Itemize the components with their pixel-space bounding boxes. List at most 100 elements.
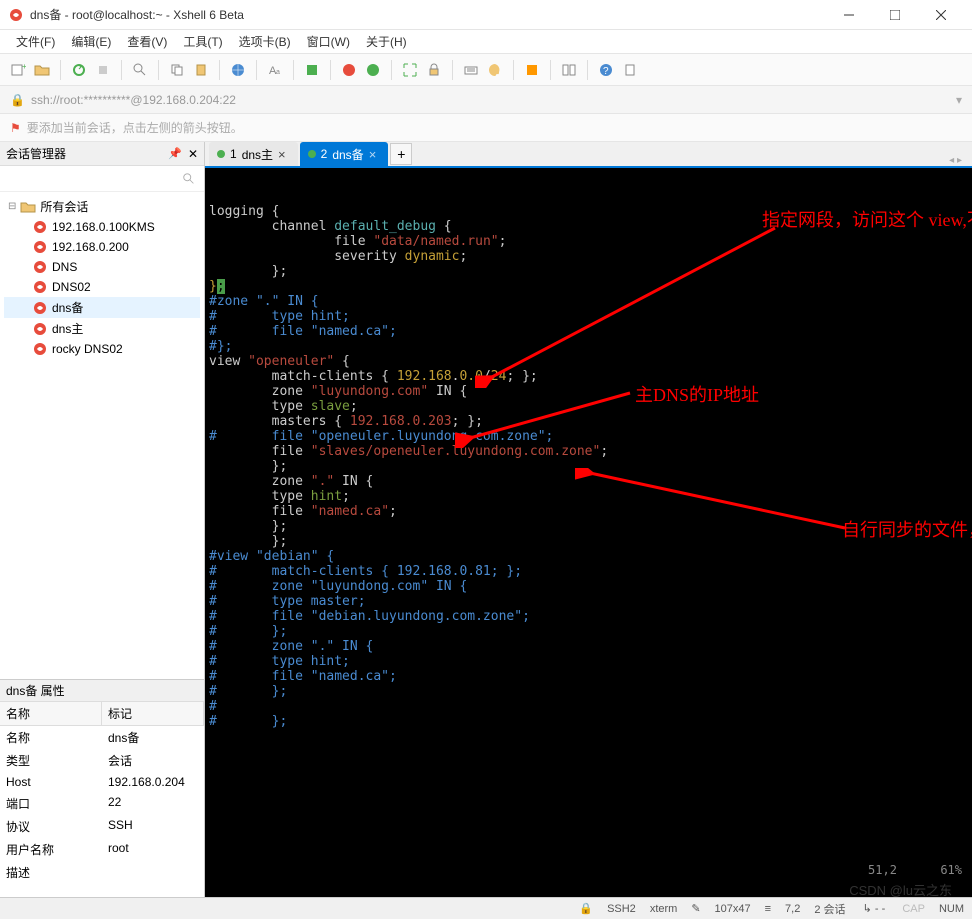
session-item[interactable]: DNS [4,257,200,277]
reconnect-icon[interactable] [69,60,89,80]
terminal-line: #view "debian" { [209,549,968,564]
tip-bar: ⚑ 要添加当前会话，点击左侧的箭头按钮。 [0,114,972,142]
toolbar: + Aa ? [0,54,972,86]
menu-tools[interactable]: 工具(T) [177,31,228,52]
terminal-line: # }; [209,714,968,729]
session-search[interactable] [0,166,204,192]
status-num: NUM [939,903,964,915]
window-title: dns备 - root@localhost:~ - Xshell 6 Beta [30,6,826,23]
property-row: Host192.168.0.204 [0,772,204,792]
copy-icon[interactable] [167,60,187,80]
prop-key: 协议 [0,815,102,838]
terminal-line: logging { [209,204,968,219]
tab-nav-arrows[interactable]: ◂ ▸ [949,155,968,166]
maximize-button[interactable] [872,0,918,30]
disconnect-icon[interactable] [93,60,113,80]
terminal-line: # zone "luyundong.com" IN { [209,579,968,594]
terminal-line: }; [209,459,968,474]
palette-icon[interactable] [485,60,505,80]
terminal-line: match-clients { 192.168.0.0/24; }; [209,369,968,384]
prop-value: SSH [102,815,204,838]
menu-window[interactable]: 窗口(W) [301,31,356,52]
tab-label: dns主 [242,146,273,163]
tab-close-icon[interactable]: × [369,147,377,162]
session-tab[interactable]: 1dns主× [209,142,298,166]
titlebar: dns备 - root@localhost:~ - Xshell 6 Beta [0,0,972,30]
property-row: 名称dns备 [0,726,204,749]
session-icon [32,300,48,316]
open-folder-icon[interactable] [32,60,52,80]
pin-icon[interactable]: 📌 [168,147,182,160]
prop-value [102,861,204,884]
xftp-icon[interactable] [363,60,383,80]
terminal[interactable]: logging { channel default_debug { file "… [205,168,972,897]
terminal-line: type slave; [209,399,968,414]
menu-view[interactable]: 查看(V) [121,31,173,52]
close-button[interactable] [918,0,964,30]
session-item[interactable]: DNS02 [4,277,200,297]
status-pencil-icon: ✎ [691,902,700,915]
session-item[interactable]: 192.168.0.200 [4,237,200,257]
font-icon[interactable]: Aa [265,60,285,80]
session-icon [32,219,48,235]
globe-icon[interactable] [228,60,248,80]
xshell-icon[interactable] [339,60,359,80]
terminal-line: #}; [209,339,968,354]
minimize-button[interactable] [826,0,872,30]
address-text: ssh://root:**********@192.168.0.204:22 [31,93,236,107]
tabs: 1dns主×2dns备× + ◂ ▸ [205,142,972,168]
terminal-line: }; [209,264,968,279]
menu-edit[interactable]: 编辑(E) [65,31,117,52]
prop-key: Host [0,772,102,792]
panel-close-icon[interactable]: ✕ [188,147,198,161]
new-session-icon[interactable]: + [8,60,28,80]
property-row: 类型会话 [0,749,204,772]
tab-close-icon[interactable]: × [278,147,286,162]
flag-icon: ⚑ [10,121,21,135]
session-item[interactable]: dns主 [4,318,200,339]
fullscreen-icon[interactable] [400,60,420,80]
dropdown-icon[interactable]: ▾ [956,93,962,107]
session-item[interactable]: rocky DNS02 [4,339,200,359]
search-icon[interactable] [130,60,150,80]
terminal-line: type hint; [209,489,968,504]
prop-value: dns备 [102,726,204,749]
main-area: 1dns主×2dns备× + ◂ ▸ logging { channel def… [205,142,972,897]
keyboard-icon[interactable] [461,60,481,80]
session-item[interactable]: dns备 [4,297,200,318]
paste-icon[interactable] [191,60,211,80]
help-icon[interactable]: ? [596,60,616,80]
session-item[interactable]: 192.168.0.100KMS [4,217,200,237]
folder-icon [20,199,36,215]
tree-root[interactable]: ⊟ 所有会话 [4,196,200,217]
menu-file[interactable]: 文件(F) [10,31,61,52]
terminal-line: # type hint; [209,309,968,324]
property-row: 描述 [0,861,204,884]
menu-help[interactable]: 关于(H) [360,31,413,52]
color-icon[interactable] [302,60,322,80]
session-label: 192.168.0.200 [52,240,129,254]
status-bar: 🔒 SSH2 xterm ✎ 107x47 ≡ 7,2 2 会话 ↳ - - C… [0,897,972,919]
terminal-line: # file "debian.luyundong.com.zone"; [209,609,968,624]
expand-icon[interactable]: ⊟ [8,201,16,212]
prop-key: 名称 [0,726,102,749]
highlight-icon[interactable] [522,60,542,80]
about-icon[interactable] [620,60,640,80]
terminal-line: # zone "." IN { [209,639,968,654]
session-label: DNS [52,260,77,274]
status-cap: CAP [902,903,925,915]
add-tab-button[interactable]: + [390,143,412,165]
session-manager: 会话管理器 📌 ✕ ⊟ 所有会话 192.168.0.100KMS192.168… [0,142,205,897]
status-spacer: ↳ - - [860,902,889,915]
session-label: DNS02 [52,280,91,294]
terminal-cursor-status: 51,2 61% [810,848,962,893]
layout-icon[interactable] [559,60,579,80]
address-bar[interactable]: 🔒 ssh://root:**********@192.168.0.204:22… [0,86,972,114]
prop-value: 192.168.0.204 [102,772,204,792]
prop-key: 端口 [0,792,102,815]
lock-icon[interactable] [424,60,444,80]
lock-small-icon: 🔒 [10,93,25,107]
status-dot-icon [308,150,316,158]
session-tab[interactable]: 2dns备× [300,142,389,166]
menu-tabs[interactable]: 选项卡(B) [233,31,297,52]
